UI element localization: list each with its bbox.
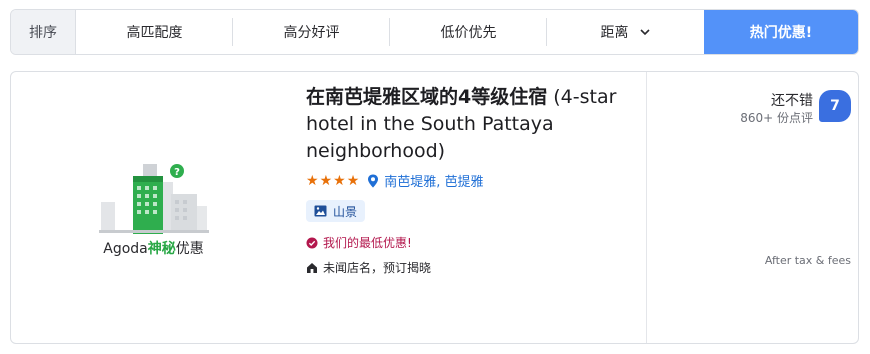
review-word: 还不错 bbox=[771, 93, 813, 109]
hot-deals-button[interactable]: 热门优惠! bbox=[704, 10, 858, 54]
sort-distance-label: 距离 bbox=[600, 25, 629, 41]
hotel-title-cn: 在南芭堤雅区域的4等级住宿 bbox=[306, 86, 548, 108]
review-score-badge: 7 bbox=[819, 90, 851, 122]
view-tag: 山景 bbox=[306, 200, 366, 222]
star-icon: ★ bbox=[333, 172, 346, 189]
sort-top-reviewed[interactable]: 高分好评 bbox=[233, 10, 390, 54]
house-icon bbox=[307, 262, 317, 273]
rating-location-row: ★ ★ ★ ★ 南芭堤雅, 芭提雅 bbox=[306, 171, 636, 191]
mystery-deal-label: Agoda神秘优惠 bbox=[11, 238, 296, 258]
mystery-hotel-icon: ? bbox=[99, 164, 209, 234]
map-pin-icon bbox=[368, 174, 379, 187]
sort-bar: 排序 高匹配度 高分好评 低价优先 距离 热门优惠! bbox=[10, 9, 859, 55]
image-icon bbox=[314, 205, 327, 217]
sort-best-match[interactable]: 高匹配度 bbox=[76, 10, 233, 54]
hotel-image[interactable]: ? Agoda神秘优惠 bbox=[11, 72, 296, 343]
lowest-price-text: 我们的最低优惠! bbox=[323, 236, 412, 250]
star-rating: ★ ★ ★ ★ bbox=[306, 174, 359, 188]
mystery-label-suffix: 优惠 bbox=[175, 241, 204, 257]
sort-lowest-price[interactable]: 低价优先 bbox=[390, 10, 547, 54]
secret-hotel-text: 未闻店名，预订揭晓 bbox=[323, 261, 432, 275]
sort-label: 排序 bbox=[11, 10, 76, 54]
star-icon: ★ bbox=[346, 172, 360, 189]
hotel-title[interactable]: 在南芭堤雅区域的4等级住宿 (4-star hotel in the South… bbox=[306, 84, 636, 165]
badge-check-icon bbox=[306, 237, 318, 248]
location-link[interactable]: 南芭堤雅, 芭提雅 bbox=[384, 171, 483, 190]
lowest-price-badge: 我们的最低优惠! bbox=[306, 234, 636, 251]
star-icon: ★ bbox=[319, 172, 333, 189]
hotel-info: 在南芭堤雅区域的4等级住宿 (4-star hotel in the South… bbox=[306, 84, 636, 276]
review-count[interactable]: 860+ 份点评 bbox=[740, 109, 813, 126]
tax-note: After tax & fees bbox=[764, 254, 851, 267]
star-icon: ★ bbox=[306, 172, 319, 189]
view-tag-label: 山景 bbox=[333, 204, 358, 219]
mystery-label-highlight: 神秘 bbox=[147, 241, 176, 257]
mystery-label-prefix: Agoda bbox=[103, 241, 148, 257]
hotel-card[interactable]: ? Agoda神秘优惠 在南芭堤雅区域的4等级住宿 (4-star hotel … bbox=[10, 71, 859, 344]
secret-hotel-note: 未闻店名，预订揭晓 bbox=[306, 259, 636, 276]
chevron-down-icon bbox=[639, 29, 650, 36]
sort-distance-dropdown[interactable]: 距离 bbox=[547, 10, 704, 54]
price-review-panel: 还不错 860+ 份点评 7 After tax & fees bbox=[646, 72, 858, 343]
svg-text:?: ? bbox=[174, 167, 180, 178]
